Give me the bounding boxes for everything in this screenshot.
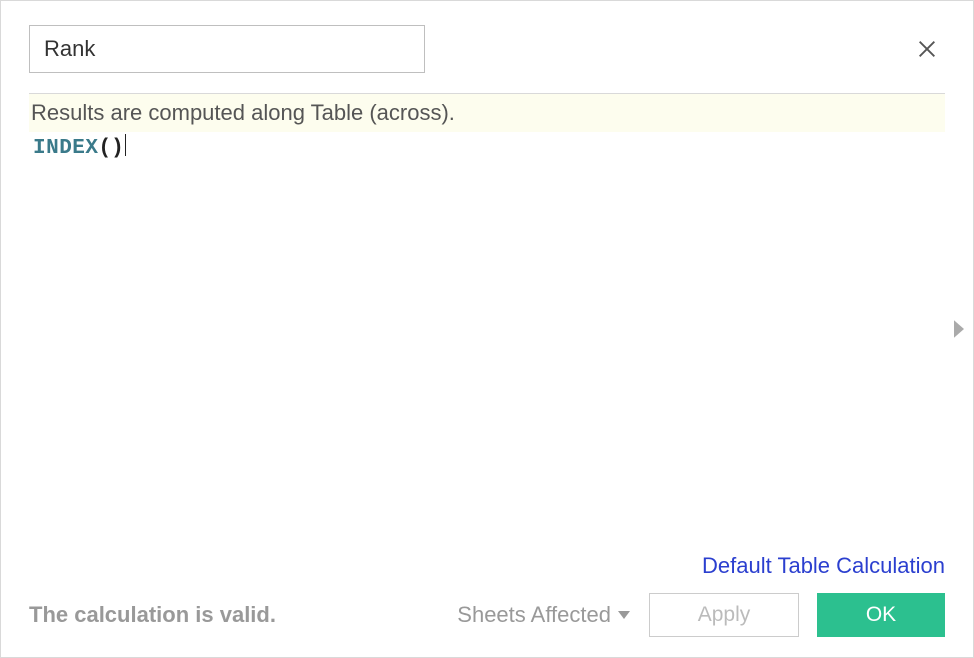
footer-action-row: The calculation is valid. Sheets Affecte… <box>29 593 945 637</box>
expand-functions-handle[interactable] <box>951 319 967 344</box>
default-table-calculation-link[interactable]: Default Table Calculation <box>702 553 945 578</box>
close-button[interactable] <box>909 31 945 67</box>
dialog-header <box>1 1 973 73</box>
dialog-footer: Default Table Calculation The calculatio… <box>29 553 945 637</box>
validation-status-text: The calculation is valid. <box>29 602 276 628</box>
formula-editor[interactable]: INDEX() <box>29 132 945 512</box>
sheets-affected-dropdown[interactable]: Sheets Affected <box>457 602 631 628</box>
close-icon <box>916 38 938 60</box>
ok-button[interactable]: OK <box>817 593 945 637</box>
apply-button[interactable]: Apply <box>649 593 799 637</box>
footer-link-row: Default Table Calculation <box>29 553 945 579</box>
calculation-editor-dialog: Results are computed along Table (across… <box>0 0 974 658</box>
text-caret <box>125 134 126 156</box>
formula-parens-token: () <box>99 137 124 160</box>
field-name-input[interactable] <box>29 25 425 73</box>
triangle-down-icon <box>617 610 631 620</box>
chevron-right-icon <box>951 319 967 339</box>
sheets-affected-label: Sheets Affected <box>457 602 611 628</box>
editor-area: Results are computed along Table (across… <box>29 94 945 512</box>
computation-hint-banner: Results are computed along Table (across… <box>29 94 945 132</box>
formula-function-token: INDEX <box>33 137 99 160</box>
